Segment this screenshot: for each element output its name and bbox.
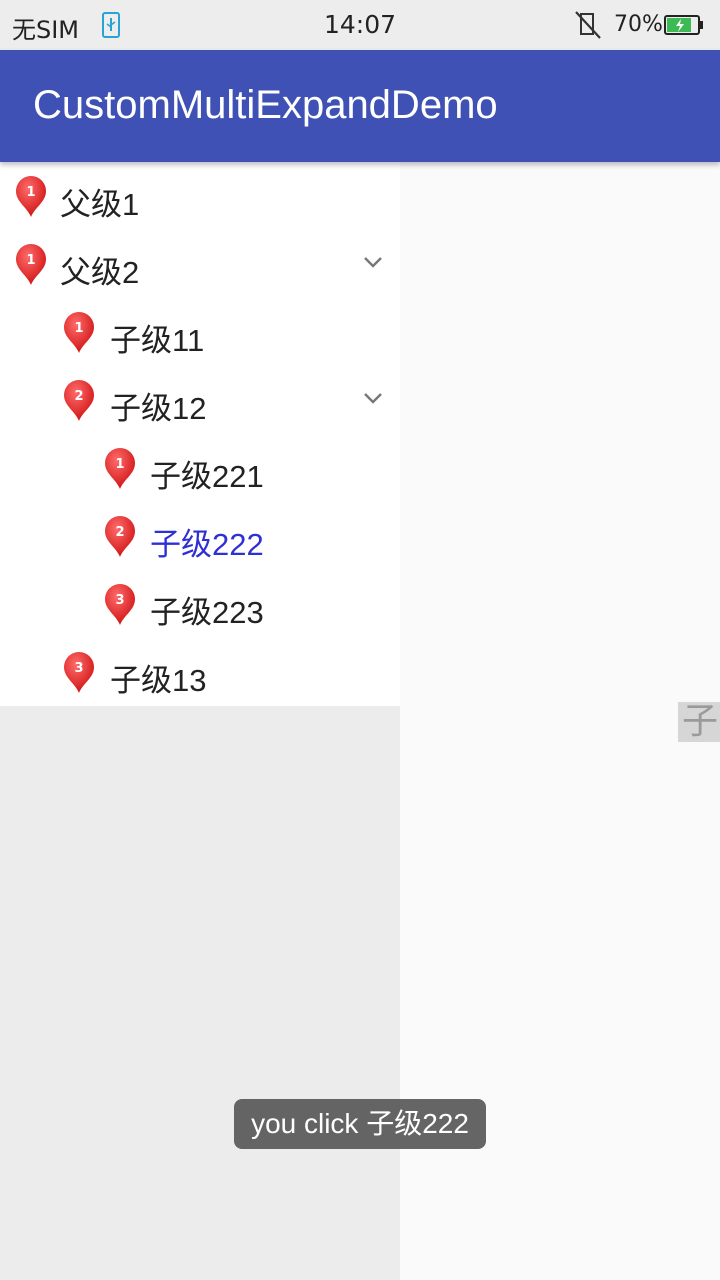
map-pin-icon: 3 xyxy=(103,584,137,626)
pin-badge: 3 xyxy=(74,661,83,676)
toast-message: you click 子级222 xyxy=(234,1099,486,1149)
map-pin-icon: 3 xyxy=(62,652,96,694)
map-pin-icon: 1 xyxy=(103,448,137,490)
app-bar: CustomMultiExpandDemo xyxy=(0,50,720,162)
map-pin-icon: 1 xyxy=(14,176,48,218)
map-pin-icon: 2 xyxy=(103,516,137,558)
pin-badge: 2 xyxy=(115,525,124,540)
tree-row[interactable]: 3 子级223 xyxy=(0,570,400,638)
battery-icon xyxy=(664,15,704,35)
tree-row-label: 父级2 xyxy=(60,255,140,290)
chevron-down-icon[interactable] xyxy=(362,254,384,270)
tree-row-label: 父级1 xyxy=(60,187,140,222)
tree-row-label: 子级221 xyxy=(150,459,264,494)
app-title: CustomMultiExpandDemo xyxy=(33,83,498,127)
tree-row[interactable]: 1 子级221 xyxy=(0,434,400,502)
map-pin-icon: 1 xyxy=(14,244,48,286)
tree-row-label: 子级12 xyxy=(110,391,207,426)
pin-badge: 1 xyxy=(115,457,124,472)
tree-row[interactable]: 2 子级12 xyxy=(0,366,400,434)
pin-badge: 2 xyxy=(74,389,83,404)
status-bar: 无SIM 14:07 70% xyxy=(0,0,720,50)
tree-row-label: 子级11 xyxy=(110,323,205,358)
clock: 14:07 xyxy=(323,10,397,39)
pin-badge: 1 xyxy=(26,253,35,268)
tree-row[interactable]: 3 子级13 xyxy=(0,638,400,706)
map-pin-icon: 1 xyxy=(62,312,96,354)
tree-row-label: 子级222 xyxy=(150,527,264,562)
map-pin-icon: 2 xyxy=(62,380,96,422)
tree-row[interactable]: 2 子级222 xyxy=(0,502,400,570)
side-index-tab[interactable]: 子 xyxy=(678,702,720,742)
mute-icon xyxy=(574,10,602,40)
pin-badge: 1 xyxy=(26,185,35,200)
tree-row[interactable]: 1 父级1 xyxy=(0,162,400,230)
tree-row-label: 子级13 xyxy=(110,663,207,698)
pin-badge: 1 xyxy=(74,321,83,336)
tree-row[interactable]: 1 子级11 xyxy=(0,298,400,366)
tree-row[interactable]: 1 父级2 xyxy=(0,230,400,298)
pin-badge: 3 xyxy=(115,593,124,608)
battery-percent: 70% xyxy=(614,12,663,37)
tree-row-label: 子级223 xyxy=(150,595,264,630)
chevron-down-icon[interactable] xyxy=(362,390,384,406)
tree-list: 1 父级1 1 父级2 1 子级11 2 子级12 1 子级221 2 子级222 3 子级223 3 子级1… xyxy=(0,162,400,706)
